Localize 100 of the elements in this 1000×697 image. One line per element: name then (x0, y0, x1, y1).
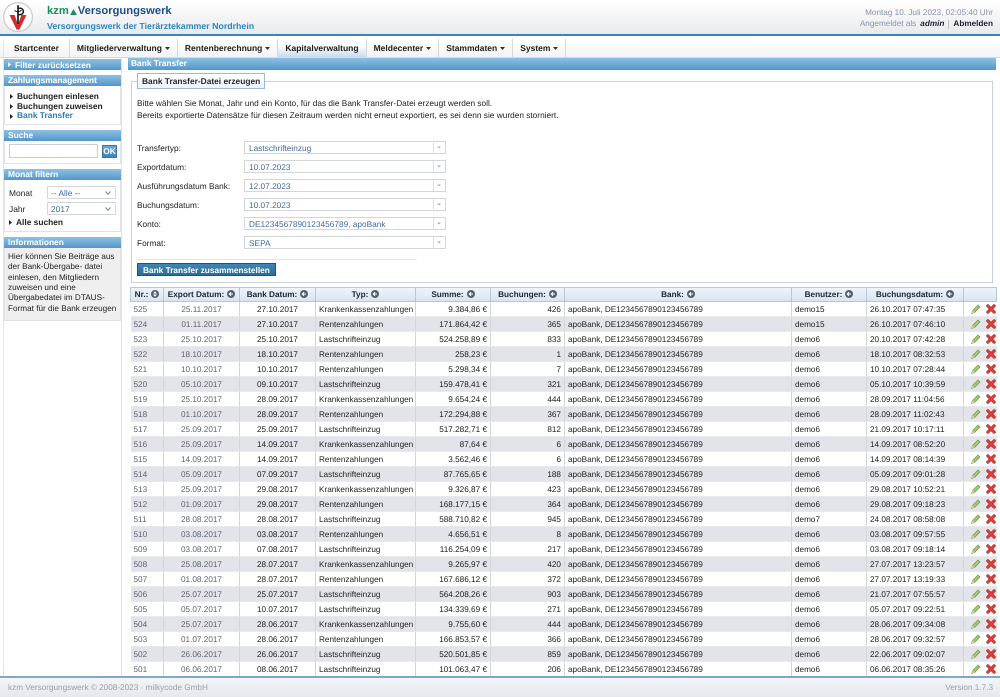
pencil-icon[interactable] (971, 484, 981, 494)
sort-arrow-icon[interactable] (371, 290, 380, 298)
triangle-icon (70, 8, 77, 14)
pencil-icon[interactable] (971, 664, 981, 674)
cross-icon[interactable] (986, 664, 996, 674)
column-header[interactable]: Nr.: (130, 288, 164, 302)
nav-tab[interactable]: Stammdaten (439, 39, 514, 57)
select-field[interactable]: 10.07.2023 (244, 160, 446, 173)
pencil-icon[interactable] (971, 574, 981, 584)
caret-icon (265, 46, 270, 50)
column-header[interactable]: Export Datum: (164, 288, 240, 302)
description-text: Bereits exportierte Datensätze für diesen Zeitraum werden nicht erneut exportiert, es sei denn sie wurden storniert. (137, 109, 560, 121)
cross-icon[interactable] (986, 394, 996, 404)
nav-tab[interactable]: System (513, 39, 566, 57)
pencil-icon[interactable] (971, 589, 981, 600)
column-header[interactable]: Benutzer: (792, 288, 866, 302)
sort-arrow-icon[interactable] (548, 290, 557, 298)
select-field[interactable]: 10.07.2023 (244, 198, 446, 211)
cross-icon[interactable] (986, 619, 996, 630)
pencil-icon[interactable] (971, 559, 981, 570)
pencil-icon[interactable] (971, 514, 981, 524)
cross-icon[interactable] (986, 589, 996, 600)
pencil-icon[interactable] (971, 304, 981, 314)
cross-icon[interactable] (986, 424, 996, 434)
sidebar-link[interactable]: Bank Transfer (10, 111, 116, 122)
cross-icon[interactable] (986, 319, 996, 330)
cross-icon[interactable] (986, 544, 996, 554)
cross-icon[interactable] (986, 349, 996, 360)
pencil-icon[interactable] (971, 604, 981, 614)
caret-icon (426, 46, 432, 50)
select-field[interactable]: SEPA (244, 236, 446, 249)
pencil-icon[interactable] (971, 439, 981, 450)
pencil-icon[interactable] (971, 619, 981, 630)
pencil-icon[interactable] (971, 409, 981, 420)
cross-icon[interactable] (986, 379, 996, 390)
info-text: Hier können Sie Beiträge aus der Bank-Übergabe- datei einlesen, den Mitgliedern zuweisen und eine Übergabedatei im DTAUS-Format für die Bank erzeugen (8, 252, 118, 314)
pencil-icon[interactable] (971, 634, 981, 644)
pencil-icon[interactable] (971, 334, 981, 344)
column-header[interactable]: Buchungen: (490, 288, 564, 302)
select-field[interactable]: 12.07.2023 (244, 179, 446, 192)
pencil-icon[interactable] (971, 499, 981, 510)
cross-icon[interactable] (986, 559, 996, 570)
field-label: Format: (137, 238, 167, 248)
column-header[interactable]: Typ: (316, 288, 416, 302)
pencil-icon[interactable] (971, 379, 981, 390)
cross-icon[interactable] (986, 409, 996, 420)
cross-icon[interactable] (986, 364, 996, 374)
pencil-icon[interactable] (971, 529, 981, 540)
pencil-icon[interactable] (971, 349, 981, 360)
triangle-bullet-icon (8, 62, 11, 67)
search-field[interactable] (9, 144, 98, 158)
sort-arrow-icon[interactable] (686, 290, 695, 298)
column-header[interactable]: Bank: (564, 288, 792, 302)
pencil-icon[interactable] (971, 649, 981, 660)
select-field[interactable]: DE1234567890123456789, apoBank (244, 217, 446, 230)
sidebar-link[interactable]: Buchungen zuweisen (10, 102, 116, 112)
submit-button[interactable]: Bank Transfer zusammenstellen (137, 263, 276, 276)
sort-arrow-icon[interactable] (845, 290, 854, 298)
search-all-link[interactable]: Alle suchen (9, 218, 116, 228)
sort-updown-icon[interactable] (151, 290, 160, 298)
cross-icon[interactable] (986, 484, 996, 494)
cross-icon[interactable] (986, 529, 996, 540)
pencil-icon[interactable] (971, 424, 981, 434)
pencil-icon[interactable] (971, 394, 981, 404)
select-field[interactable]: 2017 (47, 202, 116, 216)
column-header[interactable]: Bank Datum: (240, 288, 316, 302)
field-label: Konto: (137, 218, 162, 228)
cross-icon[interactable] (986, 499, 996, 510)
panel-title: Bank Transfer-Datei erzeugen (137, 73, 266, 89)
column-header[interactable]: Summe: (416, 288, 490, 302)
select-field[interactable]: -- Alle -- (47, 186, 116, 200)
cross-icon[interactable] (986, 439, 996, 450)
cross-icon[interactable] (986, 634, 996, 644)
select-field[interactable]: Lastschrifteinzug (244, 141, 446, 154)
pencil-icon[interactable] (971, 544, 981, 554)
pencil-icon[interactable] (971, 319, 981, 330)
cross-icon[interactable] (986, 469, 996, 480)
sidebar-link[interactable]: Buchungen einlesen (10, 92, 116, 102)
logout-link[interactable]: Abmelden (953, 19, 993, 29)
sort-arrow-icon[interactable] (946, 290, 954, 298)
cross-icon[interactable] (986, 514, 996, 524)
cross-icon[interactable] (986, 574, 996, 584)
cross-icon[interactable] (986, 604, 996, 614)
pencil-icon[interactable] (971, 364, 981, 374)
nav-tab[interactable]: Kapitalverwaltung (278, 39, 367, 57)
sort-arrow-icon[interactable] (466, 290, 475, 298)
section-header: Zahlungsmanagement (4, 75, 121, 86)
caret-icon (500, 46, 506, 50)
pencil-icon[interactable] (971, 454, 981, 464)
pencil-icon[interactable] (971, 469, 981, 480)
cross-icon[interactable] (986, 304, 996, 314)
cross-icon[interactable] (986, 454, 996, 464)
nav-tab[interactable]: Mitgliederverwaltung (70, 39, 178, 57)
nav-tab[interactable]: Startcenter (3, 39, 70, 57)
cross-icon[interactable] (986, 649, 996, 660)
nav-tab[interactable]: Meldecenter (366, 39, 440, 57)
sort-arrow-icon[interactable] (300, 290, 308, 298)
sort-arrow-icon[interactable] (227, 290, 236, 298)
column-header[interactable]: Buchungsdatum: (866, 288, 964, 302)
cross-icon[interactable] (986, 334, 996, 344)
